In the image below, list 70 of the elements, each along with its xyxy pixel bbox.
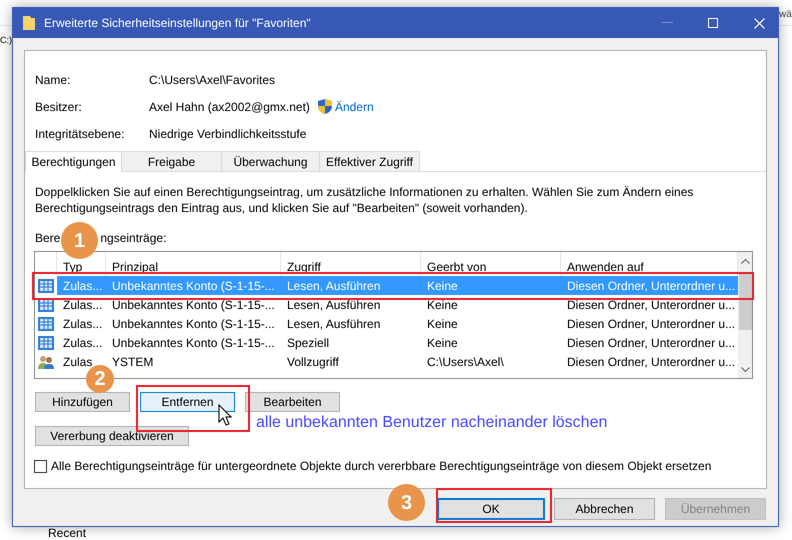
table-cell-text: Unbekanntes Konto (S-1-15-... xyxy=(111,334,276,352)
tab[interactable]: Überwachung xyxy=(222,151,320,171)
dialog-button[interactable]: OK xyxy=(437,498,545,520)
grid-icon xyxy=(38,278,54,292)
table-cell-text: Keine xyxy=(426,316,459,332)
tab[interactable]: Effektiver Zugriff xyxy=(320,151,420,171)
table-cell-text: Vollzugriff xyxy=(286,354,340,370)
table-cell-text: Unbekanntes Konto (S-1-15-... xyxy=(111,296,276,314)
column-header[interactable]: Anwenden auf xyxy=(567,260,644,274)
table-cell-text: Zulas... xyxy=(62,296,104,314)
grid-icon xyxy=(38,316,54,330)
users-icon xyxy=(38,354,54,368)
table-cell-text: YSTEM xyxy=(111,354,154,370)
list-label: ngseinträge: xyxy=(100,231,166,245)
scroll-down-icon[interactable] xyxy=(740,367,750,372)
table-cell-text: Lesen, Ausführen xyxy=(286,278,382,294)
table-cell-text: Diesen Ordner, Unterordner u... xyxy=(566,334,736,352)
maximize-icon[interactable] xyxy=(708,18,719,28)
grid-icon xyxy=(38,336,54,350)
checkbox[interactable] xyxy=(34,460,47,472)
list-row[interactable]: Zulas... Unbekanntes Konto (S-1-15-... Speziell Keine Diesen Ordner, Unterordner u... xyxy=(57,333,738,352)
checkbox-label: Alle Berechtigungseinträge für untergeordnete Objekte durch vererbbare Berechtigungseinträge von diesem Objekt ersetzen xyxy=(51,458,712,475)
scrollbar[interactable] xyxy=(738,252,752,378)
table-cell-text: Diesen Ordner, Unterordner u... xyxy=(566,296,736,314)
field-value: Axel Hahn (ax2002@gmx.net) xyxy=(149,98,310,116)
table-cell-text: Diesen Ordner, Unterordner u... xyxy=(566,278,736,294)
annotation-note: alle unbekannten Benutzer nacheinander löschen xyxy=(256,414,608,432)
folder-icon xyxy=(23,15,35,31)
table-cell-text: C:\Users\Axel\ xyxy=(426,354,505,370)
field-label: Besitzer: xyxy=(35,98,83,116)
action-button[interactable]: Entfernen xyxy=(140,392,235,412)
close-icon[interactable] xyxy=(754,18,765,28)
tab[interactable]: Berechtigungen xyxy=(25,151,122,172)
change-owner-link[interactable]: Ändern xyxy=(334,98,374,116)
table-cell-text: Zulas... xyxy=(62,278,104,294)
dialog-button[interactable]: Abbrechen xyxy=(554,498,655,520)
column-header[interactable]: Zugriff xyxy=(287,260,321,274)
column-header[interactable]: Geerbt von xyxy=(427,260,486,274)
shield-icon xyxy=(318,99,332,114)
table-cell-text: Keine xyxy=(426,334,459,352)
list-label: Bere xyxy=(35,231,60,245)
field-value: C:\Users\Axel\Favorites xyxy=(149,72,276,88)
table-cell-text: Diesen Ordner, Unterordner u... xyxy=(566,354,736,370)
list-row[interactable]: Zulas... Unbekanntes Konto (S-1-15-... Lesen, Ausführen Keine Diesen Ordner, Unterordner u... xyxy=(57,295,738,314)
action-button[interactable]: Bearbeiten xyxy=(245,392,340,412)
drive-label: C:) xyxy=(0,34,12,46)
table-cell-text: Zulas... xyxy=(62,334,104,352)
tree-item: Recent xyxy=(48,527,86,540)
description-text: Doppelklicken Sie auf einen Berechtigungseintrag, um zusätzliche Informationen zu erhalten. Wählen Sie zum Ändern eines Berechtigungseintrags den Eintrag aus, und klicken Sie auf "Bearbeiten" (soweit vorhanden). xyxy=(34,184,694,216)
tab[interactable]: Freigabe xyxy=(122,151,222,171)
table-cell-text: Zulas... xyxy=(62,316,104,332)
table-cell-text: Unbekanntes Konto (S-1-15-... xyxy=(111,278,276,294)
table-cell-text: Lesen, Ausführen xyxy=(286,316,382,332)
table-cell-text: Unbekanntes Konto (S-1-15-... xyxy=(111,316,276,332)
scroll-up-icon[interactable] xyxy=(740,259,750,264)
column-header: wä xyxy=(779,9,792,21)
cursor-icon xyxy=(218,404,232,426)
field-label: Integritätsebene: xyxy=(35,126,126,142)
field-label: Name: xyxy=(35,72,72,88)
table-cell-text: Diesen Ordner, Unterordner u... xyxy=(566,316,736,332)
table-cell-text: Lesen, Ausführen xyxy=(286,296,382,314)
window-title: Erweiterte Sicherheitseinstellungen für "Favoriten" xyxy=(44,15,312,32)
table-cell-text: Speziell xyxy=(286,334,330,352)
list-row[interactable]: Zulas... Unbekanntes Konto (S-1-15-... Lesen, Ausführen Keine Diesen Ordner, Unterordner u... xyxy=(57,314,738,333)
column-header[interactable]: Prinzipal xyxy=(112,260,158,274)
disable-inheritance-button[interactable]: Vererbung deaktivieren xyxy=(35,426,189,446)
table-cell-text: Keine xyxy=(426,296,459,314)
field-value: Niedrige Verbindlichkeitsstufe xyxy=(149,126,306,142)
action-button[interactable]: Hinzufügen xyxy=(35,392,130,412)
table-cell-text: Keine xyxy=(426,278,459,294)
